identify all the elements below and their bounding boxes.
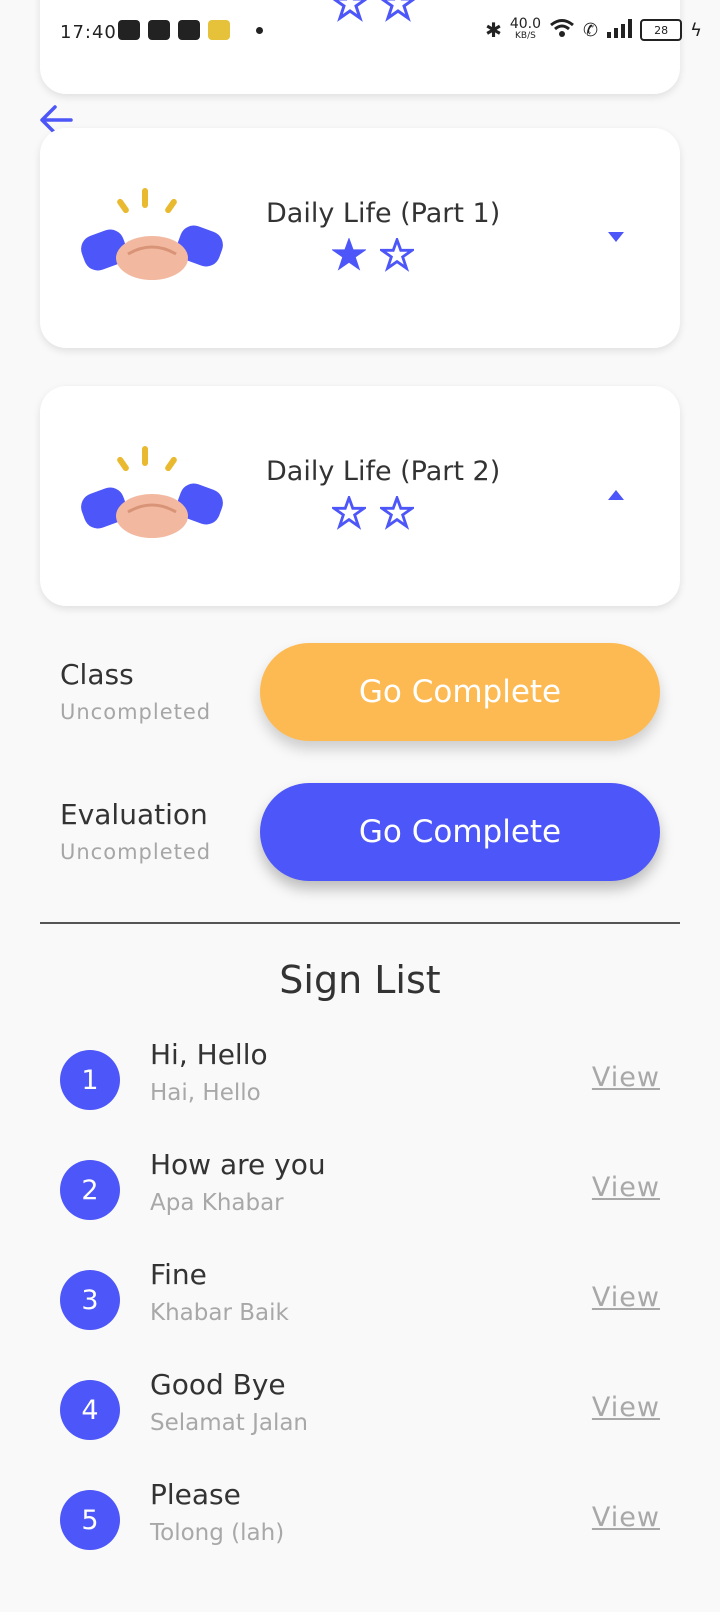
item-number: 4 bbox=[60, 1380, 120, 1440]
more-notifications-icon bbox=[256, 26, 263, 34]
sign-english: How are you bbox=[150, 1148, 326, 1181]
sign-malay: Tolong (lah) bbox=[150, 1520, 285, 1546]
class-status: Uncompleted bbox=[60, 700, 212, 724]
lesson-title: Daily Life (Part 1) bbox=[266, 198, 501, 229]
app-notification-icon bbox=[178, 20, 200, 40]
lesson-card-part-1[interactable]: Daily Life (Part 1) bbox=[40, 128, 680, 348]
bluetooth-icon: ✱ bbox=[485, 18, 502, 42]
view-link[interactable]: View bbox=[592, 1502, 660, 1533]
system-icons: ✱ 40.0 KB/S ✆ 28 ϟ bbox=[485, 17, 702, 42]
sign-list-item[interactable]: 5 Please Tolong (lah) View bbox=[60, 1478, 660, 1578]
view-link[interactable]: View bbox=[592, 1392, 660, 1423]
star-outline-icon bbox=[380, 238, 414, 272]
telegram-icon bbox=[148, 20, 170, 40]
charging-icon: ϟ bbox=[690, 19, 702, 41]
class-label: Class bbox=[60, 658, 134, 691]
lesson-card-part-2[interactable]: Daily Life (Part 2) bbox=[40, 386, 680, 606]
section-divider bbox=[40, 922, 680, 924]
wifi-icon bbox=[549, 18, 575, 42]
status-bar: 17:40 ✱ 40.0 KB/S ✆ 28 ϟ bbox=[0, 0, 720, 70]
item-number: 3 bbox=[60, 1270, 120, 1330]
star-outline-icon bbox=[332, 496, 366, 530]
sign-english: Please bbox=[150, 1478, 241, 1511]
view-link[interactable]: View bbox=[592, 1172, 660, 1203]
evaluation-go-complete-button[interactable]: Go Complete bbox=[260, 783, 660, 881]
evaluation-label: Evaluation bbox=[60, 798, 208, 831]
star-outline-icon bbox=[380, 496, 414, 530]
view-link[interactable]: View bbox=[592, 1282, 660, 1313]
handshake-icon bbox=[81, 188, 223, 280]
lesson-rating bbox=[332, 496, 414, 530]
call-icon: ✆ bbox=[583, 19, 599, 41]
sign-list-title: Sign List bbox=[279, 958, 441, 1002]
battery-icon: 28 bbox=[640, 19, 683, 41]
notification-icons bbox=[118, 20, 263, 40]
star-filled-icon bbox=[332, 238, 366, 271]
lesson-title: Daily Life (Part 2) bbox=[266, 456, 501, 487]
sign-list-item[interactable]: 3 Fine Khabar Baik View bbox=[60, 1258, 660, 1358]
item-number: 2 bbox=[60, 1160, 120, 1220]
chevron-down-icon[interactable] bbox=[608, 232, 624, 242]
sign-malay: Khabar Baik bbox=[150, 1300, 289, 1326]
network-speed: 40.0 KB/S bbox=[510, 17, 541, 42]
sign-malay: Selamat Jalan bbox=[150, 1410, 309, 1436]
sign-english: Good Bye bbox=[150, 1368, 286, 1401]
signal-icon bbox=[606, 18, 633, 42]
game-controller-icon bbox=[118, 20, 140, 40]
sign-malay: Hai, Hello bbox=[150, 1080, 261, 1106]
class-go-complete-button[interactable]: Go Complete bbox=[260, 643, 660, 741]
sign-list-item[interactable]: 1 Hi, Hello Hai, Hello View bbox=[60, 1038, 660, 1138]
status-time: 17:40 bbox=[60, 22, 117, 43]
wallet-app-icon bbox=[208, 20, 230, 40]
sign-list-item[interactable]: 2 How are you Apa Khabar View bbox=[60, 1148, 660, 1248]
chevron-up-icon[interactable] bbox=[608, 490, 624, 500]
view-link[interactable]: View bbox=[592, 1062, 660, 1093]
sign-list-item[interactable]: 4 Good Bye Selamat Jalan View bbox=[60, 1368, 660, 1468]
sign-english: Hi, Hello bbox=[150, 1038, 268, 1071]
item-number: 1 bbox=[60, 1050, 120, 1110]
sign-malay: Apa Khabar bbox=[150, 1190, 284, 1216]
evaluation-status: Uncompleted bbox=[60, 840, 212, 864]
battery-level: 28 bbox=[654, 23, 669, 37]
handshake-icon bbox=[81, 446, 223, 538]
item-number: 5 bbox=[60, 1490, 120, 1550]
lesson-rating bbox=[332, 238, 414, 272]
sign-english: Fine bbox=[150, 1258, 207, 1291]
